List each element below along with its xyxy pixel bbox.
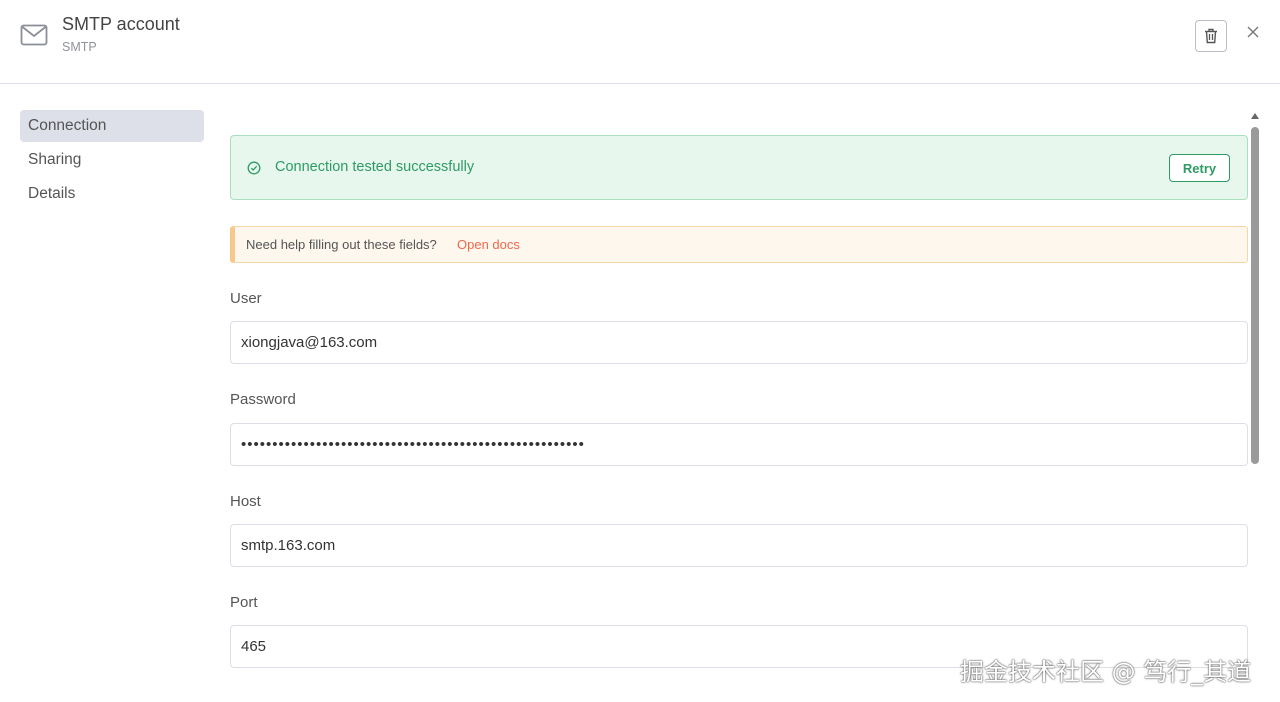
page-title: SMTP account [62, 14, 180, 34]
success-message: Connection tested successfully [275, 159, 475, 175]
help-text: Need help filling out these fields? [246, 237, 437, 252]
port-label: Port [230, 594, 258, 611]
delete-button[interactable] [1195, 20, 1227, 52]
sidebar-item-connection[interactable]: Connection [20, 110, 204, 142]
mail-icon [20, 24, 48, 46]
connection-form: Connection tested successfully Retry Nee… [230, 84, 1248, 702]
open-docs-link[interactable]: Open docs [457, 237, 520, 252]
scrollbar-thumb[interactable] [1251, 127, 1259, 464]
page-subtitle: SMTP [62, 40, 97, 54]
watermark: 掘金技术社区 @ 笃行_其道 [960, 658, 1252, 686]
host-input[interactable] [230, 524, 1248, 567]
check-circle-icon [247, 161, 261, 175]
sidebar-item-sharing[interactable]: Sharing [20, 144, 204, 176]
close-button[interactable] [1243, 22, 1263, 42]
host-label: Host [230, 493, 261, 510]
password-label: Password [230, 391, 296, 408]
user-input[interactable] [230, 321, 1248, 364]
scroll-up-icon[interactable] [1251, 113, 1259, 119]
success-alert: Connection tested successfully Retry [230, 135, 1248, 200]
password-input[interactable] [230, 423, 1248, 466]
close-icon [1247, 26, 1259, 38]
trash-icon [1205, 28, 1217, 44]
sidebar-item-details[interactable]: Details [20, 178, 204, 210]
modal-header: SMTP account SMTP [0, 0, 1280, 84]
help-banner: Need help filling out these fields? Open… [230, 226, 1248, 263]
sidebar-nav: Connection Sharing Details [20, 110, 204, 212]
scrollbar[interactable] [1250, 113, 1260, 702]
retry-button[interactable]: Retry [1169, 154, 1230, 182]
user-label: User [230, 290, 262, 307]
